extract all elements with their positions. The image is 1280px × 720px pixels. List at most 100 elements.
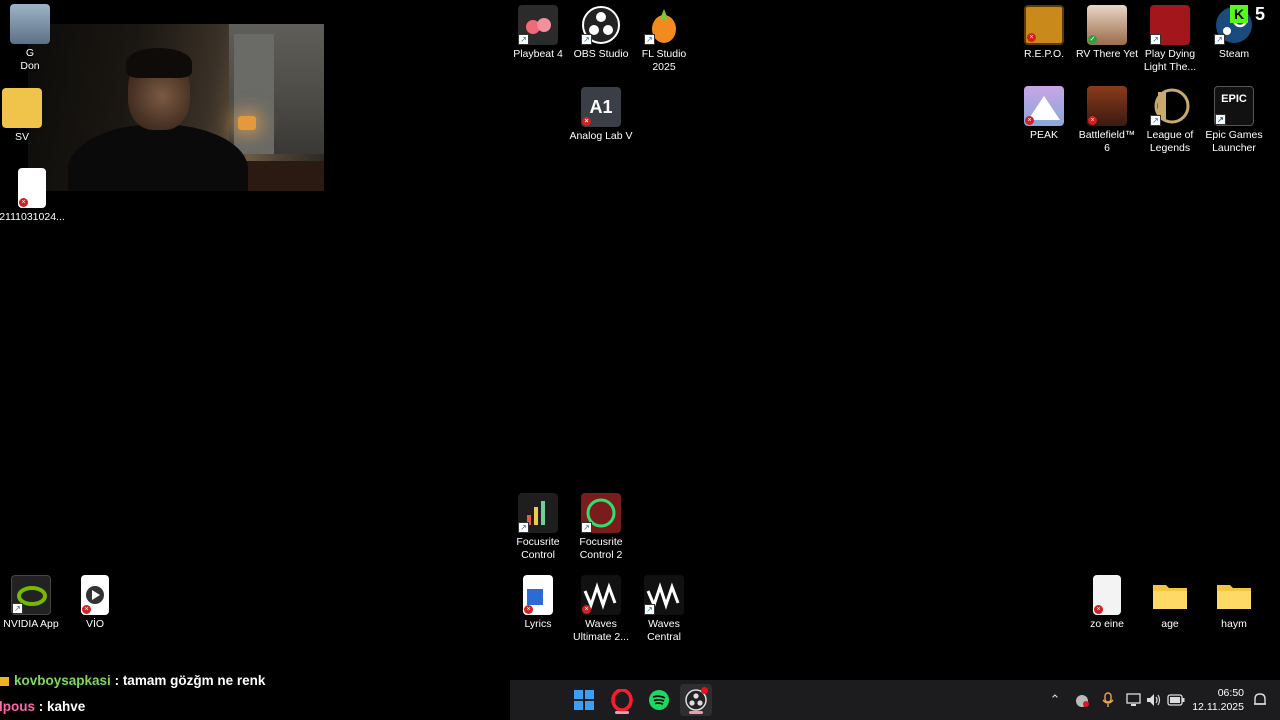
recycle-bin-icon	[10, 4, 50, 44]
desktop-icon-label: zo eine	[1090, 618, 1124, 630]
desktop-icon-waves-ultimate[interactable]: × Waves Ultimate 2...	[565, 575, 637, 644]
desktop-icon-zo-eine[interactable]: × zo eine	[1071, 575, 1143, 631]
league-of-legends-icon: ↗	[1150, 86, 1190, 126]
shortcut-arrow-icon: ↗	[1215, 114, 1226, 125]
desktop-icon-league-of-legends[interactable]: ↗ League of Legends	[1134, 86, 1206, 155]
desktop-icon-label: Lyrics	[524, 618, 552, 630]
taskbar-clock[interactable]: 06:50 12.11.2025	[1192, 686, 1244, 714]
focusrite-control-icon: ↗	[518, 493, 558, 533]
chat-message: kovboysapkasi : tamam gözğm ne renk	[0, 673, 265, 688]
chat-separator: :	[35, 699, 47, 714]
folder-icon	[1150, 575, 1190, 615]
word-document-icon: ×	[18, 168, 46, 208]
chat-badge-icon	[0, 676, 9, 686]
opera-icon	[611, 689, 633, 711]
desktop-icon-label: Playbeat 4	[513, 48, 563, 60]
desktop-icon-fl-studio[interactable]: ↗ FL Studio 2025	[628, 5, 700, 74]
epic-games-icon: EPIC ↗	[1214, 86, 1254, 126]
shortcut-arrow-icon: ↗	[518, 522, 529, 533]
desktop-icon-playbeat[interactable]: ↗ Playbeat 4	[502, 5, 574, 61]
chevron-up-icon[interactable]: ⌃	[1045, 690, 1065, 710]
desktop-icon-sv-folder[interactable]: SV	[0, 88, 58, 144]
desktop-icon-label: NVIDIA App	[3, 618, 59, 630]
repo-game-icon: ×	[1024, 5, 1064, 45]
clock-date: 12.11.2025	[1192, 701, 1244, 713]
desktop-icon-play-dying-light[interactable]: ↗ Play Dying Light The...	[1134, 5, 1206, 74]
desktop-icon-label: age	[1161, 618, 1179, 630]
folder-icon	[2, 88, 42, 128]
desktop-icon-epic-games[interactable]: EPIC ↗ Epic Games Launcher	[1198, 86, 1270, 155]
sync-ok-badge-icon: ✓	[1088, 35, 1097, 44]
desktop-icon-repo[interactable]: × R.E.P.O.	[1008, 5, 1080, 61]
error-badge-icon: ×	[82, 605, 91, 614]
desktop-icon-battlefield[interactable]: × Battlefield™ 6	[1071, 86, 1143, 155]
chat-username: lpous	[0, 699, 35, 714]
desktop-icon-analog-lab[interactable]: A1 × Analog Lab V	[565, 87, 637, 143]
network-icon[interactable]	[1124, 690, 1144, 710]
chat-message: lpous : kahve	[0, 699, 85, 714]
recording-dot-icon	[701, 687, 708, 694]
error-badge-icon: ×	[1094, 605, 1103, 614]
error-badge-icon: ×	[1025, 116, 1034, 125]
taskbar-opera[interactable]	[606, 684, 638, 716]
desktop-icon-age-folder[interactable]: age	[1134, 575, 1206, 631]
desktop-icon-label: VİO	[85, 618, 105, 630]
taskbar-obs[interactable]	[680, 684, 712, 716]
waves-icon: ×	[581, 575, 621, 615]
peak-game-icon: ×	[1024, 86, 1064, 126]
shortcut-arrow-icon: ↗	[581, 34, 592, 45]
taskbar: ⌃ 06:50 12.11.2025	[510, 680, 1280, 720]
playbeat-icon: ↗	[518, 5, 558, 45]
webcam-door	[234, 34, 274, 154]
desktop-icon-label: Battlefield™ 6	[1078, 129, 1136, 154]
start-button[interactable]	[568, 684, 600, 716]
notification-icon[interactable]	[1250, 690, 1270, 710]
stream-overlay-counter: 5	[1255, 4, 1266, 24]
webcam-person-body	[68, 124, 248, 191]
windows-start-icon	[574, 690, 594, 710]
desktop-icon-peak[interactable]: × PEAK	[1008, 86, 1080, 142]
desktop-icon-label: PEAK	[1029, 129, 1058, 141]
desktop-icon-vio[interactable]: × VİO	[59, 575, 131, 631]
error-badge-icon: ×	[19, 198, 28, 207]
error-badge-icon: ×	[582, 605, 591, 614]
shortcut-arrow-icon: ↗	[1150, 34, 1161, 45]
desktop-icon-label: League of Legends	[1146, 129, 1194, 154]
network-cloud-icon[interactable]	[1072, 690, 1092, 710]
desktop-icon-label: SV	[14, 131, 29, 143]
desktop-icon-recycle-bin[interactable]: G Don	[0, 4, 66, 73]
desktop-icon-waves-central[interactable]: ↗ Waves Central	[628, 575, 700, 644]
desktop-icon-label: RV There Yet	[1075, 48, 1139, 60]
desktop-icon-lyrics[interactable]: × Lyrics	[502, 575, 574, 631]
desktop-icon-word-doc[interactable]: × 2111031024...	[0, 168, 68, 224]
clock-time: 06:50	[1217, 687, 1244, 699]
rv-there-yet-icon: ✓	[1087, 5, 1127, 45]
microphone-icon[interactable]	[1098, 690, 1118, 710]
taskbar-spotify[interactable]	[643, 684, 675, 716]
desktop-icon-haym-folder[interactable]: haym	[1198, 575, 1270, 631]
desktop-icon-obs-studio[interactable]: ↗ OBS Studio	[565, 5, 637, 61]
desktop-icon-label: haym	[1221, 618, 1247, 630]
webcam-lamp	[238, 116, 256, 130]
word-document-icon: ×	[523, 575, 553, 615]
analog-lab-icon: A1 ×	[581, 87, 621, 127]
kick-logo-icon: K	[1230, 5, 1248, 23]
desktop-icon-label: Steam	[1218, 48, 1250, 60]
fl-studio-icon: ↗	[644, 5, 684, 45]
desktop-icon-focusrite-control-2[interactable]: ↗ Focusrite Control 2	[565, 493, 637, 562]
chat-username: kovboysapkasi	[14, 673, 111, 688]
chat-text: tamam gözğm ne renk	[122, 673, 266, 688]
volume-icon[interactable]	[1144, 690, 1164, 710]
shortcut-arrow-icon: ↗	[1150, 115, 1161, 126]
desktop-icon-label: Waves Ultimate 2...	[572, 618, 630, 643]
battery-icon[interactable]	[1166, 690, 1186, 710]
desktop-icon-nvidia-app[interactable]: ↗ NVIDIA App	[0, 575, 67, 631]
desktop-icon-label: Waves Central	[647, 618, 681, 643]
desktop-icon-rv-there-yet[interactable]: ✓ RV There Yet	[1071, 5, 1143, 61]
shortcut-arrow-icon: ↗	[12, 603, 23, 614]
error-badge-icon: ×	[582, 117, 591, 126]
active-indicator	[615, 711, 629, 714]
desktop-icon-label: G Don	[20, 47, 40, 72]
error-badge-icon: ×	[1088, 116, 1097, 125]
desktop-icon-focusrite-control[interactable]: ↗ Focusrite Control	[502, 493, 574, 562]
